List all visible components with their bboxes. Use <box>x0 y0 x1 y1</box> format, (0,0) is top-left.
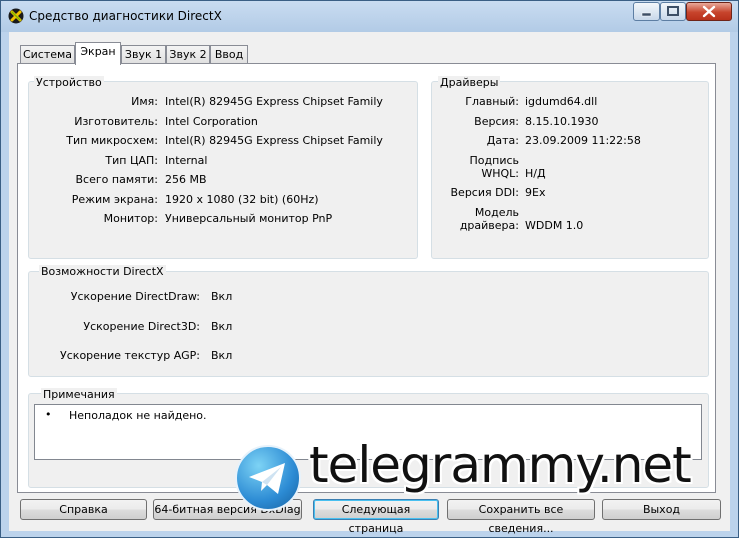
driver-model-label-line2: драйвера: <box>459 219 519 232</box>
ddi-version-label: Версия DDI: <box>450 186 520 199</box>
total-memory-label: Всего памяти: <box>75 173 158 186</box>
dxdiag-window: Средство диагностики DirectX Система Экр… <box>0 0 739 538</box>
chip-type-value: Intel(R) 82945G Express Chipset Family <box>165 134 383 147</box>
watermark-text: telegrammy.net <box>309 436 692 494</box>
notes-item: Неполадок не найдено. <box>69 409 207 422</box>
window-title: Средство диагностики DirectX <box>29 9 222 23</box>
main-driver-label: Главный: <box>465 95 519 108</box>
direct3d-label: Ускорение Direct3D: <box>83 320 200 333</box>
telegram-logo <box>235 445 301 511</box>
tab-input[interactable]: Ввод <box>210 45 248 64</box>
driver-model-label-line1: Модель <box>474 206 519 219</box>
whql-value: Н/Д <box>525 167 546 180</box>
driver-version-label: Версия: <box>474 115 519 128</box>
notes-title: Примечания <box>41 388 117 401</box>
minimize-icon <box>641 12 652 17</box>
driver-date-label: Дата: <box>486 134 519 147</box>
directx-icon <box>8 8 24 24</box>
help-button[interactable]: Справка <box>20 499 147 520</box>
manufacturer-label: Изготовитель: <box>74 115 158 128</box>
driver-date-value: 23.09.2009 11:22:58 <box>525 134 641 147</box>
display-mode-label: Режим экрана: <box>71 193 158 206</box>
monitor-label: Монитор: <box>103 212 158 225</box>
chip-type-label: Тип микросхем: <box>66 134 158 147</box>
maximize-button[interactable] <box>660 2 686 21</box>
main-driver-value: igdumd64.dll <box>525 95 598 108</box>
monitor-value: Универсальный монитор PnP <box>165 212 333 225</box>
total-memory-value: 256 MB <box>165 173 207 186</box>
agp-texture-value: Вкл <box>211 349 233 362</box>
tab-sound-1[interactable]: Звук 1 <box>121 45 166 64</box>
dac-type-label: Тип ЦАП: <box>105 154 158 167</box>
drivers-group-title: Драйверы <box>438 76 501 89</box>
direct3d-value: Вкл <box>211 320 233 333</box>
driver-version-value: 8.15.10.1930 <box>525 115 599 128</box>
directx-features-title: Возможности DirectX <box>39 265 166 278</box>
device-name-value: Intel(R) 82945G Express Chipset Family <box>165 95 383 108</box>
tab-display[interactable]: Экран <box>75 42 121 65</box>
agp-texture-label: Ускорение текстур AGP: <box>60 349 200 362</box>
dac-type-value: Internal <box>165 154 208 167</box>
title-bar[interactable]: Средство диагностики DirectX <box>1 1 738 32</box>
device-name-label: Имя: <box>131 95 158 108</box>
manufacturer-value: Intel Corporation <box>165 115 258 128</box>
ddi-version-value: 9Ex <box>525 186 546 199</box>
close-icon <box>702 5 716 18</box>
close-button[interactable] <box>686 2 732 21</box>
device-group-title: Устройство <box>34 76 104 89</box>
minimize-button[interactable] <box>633 2 660 21</box>
directdraw-value: Вкл <box>211 290 233 303</box>
notes-bullet: • <box>45 408 52 421</box>
watermark: telegrammy.net <box>235 436 725 516</box>
telegram-paper-plane-icon <box>249 463 285 494</box>
display-mode-value: 1920 x 1080 (32 bit) (60Hz) <box>165 193 319 206</box>
maximize-icon <box>667 6 679 16</box>
driver-model-value: WDDM 1.0 <box>525 219 584 232</box>
directdraw-label: Ускорение DirectDraw: <box>70 290 200 303</box>
tab-system[interactable]: Система <box>20 45 75 64</box>
tab-sound-2[interactable]: Звук 2 <box>166 45 210 64</box>
whql-label: Подпись WHQL: <box>469 154 519 180</box>
